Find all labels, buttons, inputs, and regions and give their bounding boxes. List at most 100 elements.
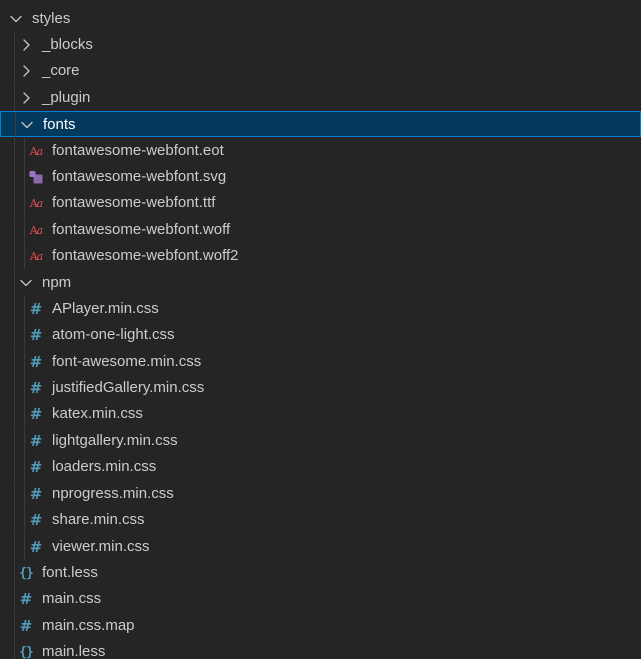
font-file-icon: A𝑎 (29, 144, 43, 158)
indent-guide (14, 322, 15, 348)
tree-file-loaders-min-css[interactable]: # loaders.min.css (0, 454, 641, 480)
hash-icon: # (29, 485, 43, 503)
chevron-down-icon (19, 112, 35, 138)
hash-icon: # (19, 617, 33, 635)
tree-item-label: main.less (42, 643, 106, 659)
hash-icon: # (29, 511, 43, 529)
tree-file-font-awesome-min-css[interactable]: # font-awesome.min.css (0, 349, 641, 375)
indent-guide (14, 560, 15, 586)
braces-icon: {} (19, 644, 34, 659)
tree-item-label: share.min.css (52, 511, 145, 528)
font-file-icon: A𝑎 (29, 196, 43, 210)
tree-item-label: lightgallery.min.css (52, 432, 178, 449)
indent-guide (24, 428, 25, 454)
tree-item-label: justifiedGallery.min.css (52, 379, 205, 396)
indent-guide (14, 164, 15, 190)
tree-file-atom-one-light-css[interactable]: # atom-one-light.css (0, 322, 641, 348)
tree-folder-blocks[interactable]: _blocks (0, 32, 641, 58)
tree-file-fontawesome-webfont-ttf[interactable]: A𝑎 fontawesome-webfont.ttf (0, 190, 641, 216)
tree-file-nprogress-min-css[interactable]: # nprogress.min.css (0, 481, 641, 507)
indent-guide (24, 243, 25, 269)
tree-item-label: fontawesome-webfont.woff2 (52, 247, 239, 264)
tree-file-font-less[interactable]: {} font.less (0, 560, 641, 586)
tree-folder-npm[interactable]: npm (0, 270, 641, 296)
hash-icon: # (29, 353, 43, 371)
tree-item-label: font-awesome.min.css (52, 353, 202, 370)
indent-guide (24, 190, 25, 216)
tree-file-justifiedgallery-min-css[interactable]: # justifiedGallery.min.css (0, 375, 641, 401)
indent-guide (24, 481, 25, 507)
chevron-down-icon (8, 6, 24, 32)
tree-item-label: loaders.min.css (52, 458, 157, 475)
tree-folder-plugin[interactable]: _plugin (0, 85, 641, 111)
tree-file-lightgallery-min-css[interactable]: # lightgallery.min.css (0, 428, 641, 454)
indent-guide (24, 164, 25, 190)
indent-guide (24, 322, 25, 348)
tree-item-label: fontawesome-webfont.woff (52, 221, 231, 238)
indent-guide (14, 481, 15, 507)
tree-item-label: viewer.min.css (52, 538, 150, 555)
indent-guide (14, 534, 15, 560)
tree-item-label: fonts (43, 116, 76, 133)
tree-file-main-css[interactable]: # main.css (0, 586, 641, 612)
hash-icon: # (29, 326, 43, 344)
tree-folder-fonts[interactable]: fonts (0, 111, 641, 138)
indent-guide (24, 296, 25, 322)
tree-file-fontawesome-webfont-svg[interactable]: fontawesome-webfont.svg (0, 164, 641, 190)
indent-guide (24, 401, 25, 427)
indent-guide (14, 613, 15, 639)
indent-guide (14, 32, 15, 58)
hash-icon: # (29, 405, 43, 423)
tree-item-label: nprogress.min.css (52, 485, 174, 502)
tree-folder-core[interactable]: _core (0, 58, 641, 84)
indent-guide (14, 58, 15, 84)
tree-item-label: APlayer.min.css (52, 300, 159, 317)
hash-icon: # (29, 538, 43, 556)
tree-item-label: fontawesome-webfont.eot (52, 142, 224, 159)
indent-guide (24, 349, 25, 375)
indent-guide (14, 138, 15, 164)
indent-guide (14, 428, 15, 454)
indent-guide (24, 138, 25, 164)
tree-folder-styles[interactable]: styles (0, 6, 641, 32)
chevron-down-icon (18, 270, 34, 296)
indent-guide (14, 401, 15, 427)
tree-file-katex-min-css[interactable]: # katex.min.css (0, 401, 641, 427)
tree-file-viewer-min-css[interactable]: # viewer.min.css (0, 534, 641, 560)
indent-guide (14, 270, 15, 296)
chevron-right-icon (18, 85, 34, 111)
tree-file-fontawesome-webfont-woff[interactable]: A𝑎 fontawesome-webfont.woff (0, 217, 641, 243)
hash-icon: # (29, 458, 43, 476)
tree-file-share-min-css[interactable]: # share.min.css (0, 507, 641, 533)
tree-item-label: _blocks (42, 36, 93, 53)
indent-guide (24, 217, 25, 243)
tree-item-label: atom-one-light.css (52, 326, 175, 343)
indent-guide (24, 454, 25, 480)
tree-file-fontawesome-webfont-woff2[interactable]: A𝑎 fontawesome-webfont.woff2 (0, 243, 641, 269)
indent-guide (14, 507, 15, 533)
hash-icon: # (19, 590, 33, 608)
indent-guide (14, 296, 15, 322)
tree-item-label: main.css.map (42, 617, 135, 634)
indent-guide (14, 190, 15, 216)
tree-item-label: fontawesome-webfont.svg (52, 168, 227, 185)
tree-file-main-less[interactable]: {} main.less (0, 639, 641, 659)
svg-file-icon (28, 164, 44, 190)
indent-guide (14, 349, 15, 375)
tree-item-label: npm (42, 274, 72, 291)
indent-guide (14, 586, 15, 612)
indent-guide (24, 507, 25, 533)
tree-file-fontawesome-webfont-eot[interactable]: A𝑎 fontawesome-webfont.eot (0, 138, 641, 164)
tree-item-label: font.less (42, 564, 98, 581)
chevron-right-icon (18, 32, 34, 58)
tree-item-label: main.css (42, 590, 102, 607)
tree-file-aplayer-min-css[interactable]: # APlayer.min.css (0, 296, 641, 322)
indent-guide (24, 534, 25, 560)
indent-guide (14, 454, 15, 480)
indent-guide (14, 375, 15, 401)
indent-guide (15, 112, 16, 138)
indent-guide (14, 217, 15, 243)
hash-icon: # (29, 300, 43, 318)
hash-icon: # (29, 432, 43, 450)
tree-file-main-css-map[interactable]: # main.css.map (0, 613, 641, 639)
